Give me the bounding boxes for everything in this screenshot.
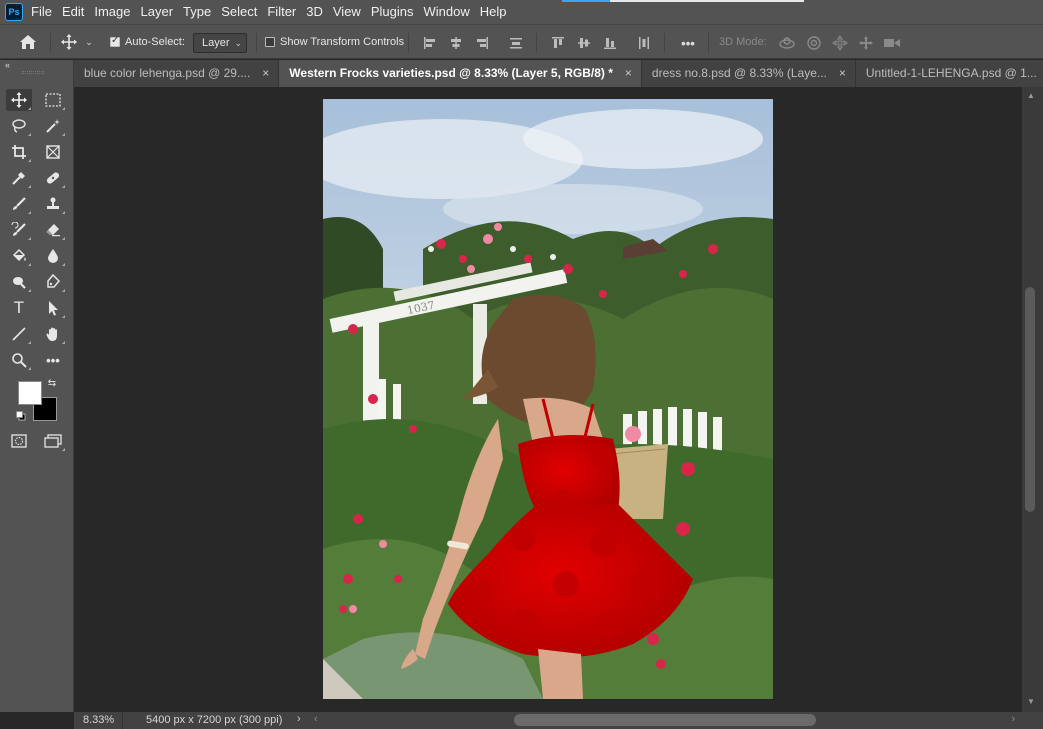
tab-title: Untitled-1-LEHENGA.psd @ 1... bbox=[865, 66, 1037, 80]
auto-select-target-value: Layer bbox=[202, 37, 230, 49]
menu-filter[interactable]: Filter bbox=[264, 0, 303, 24]
align-vertical-centers-icon[interactable] bbox=[574, 33, 594, 53]
document-canvas[interactable]: 1037 bbox=[323, 99, 773, 699]
quick-mask-icon[interactable] bbox=[6, 430, 32, 452]
tools-panel: « T ••• ⇆ bbox=[0, 60, 74, 712]
move-tool-icon[interactable] bbox=[6, 89, 32, 111]
tab-dress-no-8[interactable]: dress no.8.psd @ 8.33% (Laye... × bbox=[641, 60, 856, 87]
options-bar: ⌄ Auto-Select: Layer ⌄ Show Transform Co… bbox=[0, 24, 1043, 59]
scroll-left-icon[interactable]: ‹ bbox=[314, 713, 318, 725]
3d-pan-icon[interactable] bbox=[829, 33, 851, 53]
menu-3d[interactable]: 3D bbox=[303, 0, 330, 24]
zoom-icon[interactable] bbox=[6, 349, 32, 371]
menu-bar: Ps File Edit Image Layer Type Select Fil… bbox=[0, 0, 1043, 24]
move-tool-preset-icon[interactable] bbox=[58, 32, 80, 52]
history-brush-icon[interactable] bbox=[6, 219, 32, 241]
default-colors-icon[interactable] bbox=[14, 409, 28, 423]
tab-title: Western Frocks varieties.psd @ 8.33% (La… bbox=[289, 66, 613, 80]
rectangular-marquee-icon[interactable] bbox=[40, 89, 66, 111]
3d-mode-label: 3D Mode: bbox=[719, 36, 767, 48]
scroll-down-icon[interactable]: ▼ bbox=[1027, 697, 1035, 706]
menu-image[interactable]: Image bbox=[91, 0, 137, 24]
document-info: 5400 px x 7200 px (300 ppi) bbox=[146, 714, 283, 726]
tab-title: dress no.8.psd @ 8.33% (Laye... bbox=[651, 66, 827, 80]
status-bar: 8.33% 5400 px x 7200 px (300 ppi) › ‹ › bbox=[74, 712, 1043, 729]
menu-view[interactable]: View bbox=[330, 0, 368, 24]
menu-edit[interactable]: Edit bbox=[59, 0, 91, 24]
blur-drop-icon[interactable] bbox=[40, 245, 66, 267]
menu-layer[interactable]: Layer bbox=[138, 0, 181, 24]
auto-select-label: Auto-Select: bbox=[125, 36, 185, 48]
collapse-panel-icon[interactable]: « bbox=[5, 60, 10, 70]
hand-icon[interactable] bbox=[40, 323, 66, 345]
horizontal-scroll-thumb[interactable] bbox=[514, 714, 816, 726]
foreground-color-swatch[interactable] bbox=[18, 381, 42, 405]
panel-grip[interactable] bbox=[22, 71, 44, 74]
zoom-level[interactable]: 8.33% bbox=[83, 714, 114, 726]
scroll-up-icon[interactable]: ▲ bbox=[1027, 91, 1035, 100]
tab-blue-color-lehenga[interactable]: blue color lehenga.psd @ 29.... × bbox=[74, 60, 280, 87]
align-top-edges-icon[interactable] bbox=[548, 33, 568, 53]
line-tool-icon[interactable] bbox=[6, 323, 32, 345]
auto-select-target-dropdown[interactable]: Layer ⌄ bbox=[193, 33, 247, 53]
chevron-down-icon[interactable]: ⌄ bbox=[84, 36, 94, 48]
lasso-icon[interactable] bbox=[6, 115, 32, 137]
document-tabs: blue color lehenga.psd @ 29.... × Wester… bbox=[74, 60, 1043, 87]
menu-file[interactable]: File bbox=[31, 0, 59, 24]
healing-brush-icon[interactable] bbox=[40, 167, 66, 189]
clone-stamp-icon[interactable] bbox=[40, 193, 66, 215]
path-selection-icon[interactable] bbox=[40, 297, 66, 319]
pen-icon[interactable] bbox=[40, 271, 66, 293]
align-right-edges-icon[interactable] bbox=[472, 33, 492, 53]
3d-slide-icon[interactable] bbox=[855, 33, 877, 53]
chevron-down-icon: ⌄ bbox=[234, 38, 242, 48]
align-left-edges-icon[interactable] bbox=[420, 33, 440, 53]
menu-select[interactable]: Select bbox=[218, 0, 264, 24]
brush-icon[interactable] bbox=[6, 193, 32, 215]
eyedropper-icon[interactable] bbox=[6, 167, 32, 189]
align-bottom-edges-icon[interactable] bbox=[600, 33, 620, 53]
edit-toolbar-icon[interactable]: ••• bbox=[40, 349, 66, 371]
scroll-right-icon[interactable]: › bbox=[1011, 713, 1015, 725]
screen-mode-icon[interactable] bbox=[40, 430, 66, 452]
photoshop-logo: Ps bbox=[5, 3, 23, 21]
close-icon[interactable]: × bbox=[262, 60, 269, 87]
text-tool-icon[interactable]: T bbox=[6, 297, 32, 319]
menu-window[interactable]: Window bbox=[420, 0, 476, 24]
3d-orbit-icon[interactable] bbox=[776, 33, 798, 53]
show-transform-controls-label: Show Transform Controls bbox=[280, 36, 405, 48]
status-menu-icon[interactable]: › bbox=[297, 713, 301, 725]
home-icon[interactable] bbox=[16, 32, 40, 52]
more-options-icon[interactable]: ••• bbox=[676, 33, 700, 53]
distribute-vertical-icon[interactable] bbox=[506, 33, 526, 53]
align-horizontal-centers-icon[interactable] bbox=[446, 33, 466, 53]
3d-roll-icon[interactable] bbox=[803, 33, 825, 53]
eraser-icon[interactable] bbox=[40, 219, 66, 241]
menu-type[interactable]: Type bbox=[180, 0, 218, 24]
close-icon[interactable]: × bbox=[839, 60, 846, 87]
tab-title: blue color lehenga.psd @ 29.... bbox=[84, 66, 251, 80]
crop-icon[interactable] bbox=[6, 141, 32, 163]
vertical-scrollbar[interactable]: ▲ ▼ bbox=[1022, 87, 1043, 712]
distribute-horizontal-icon[interactable] bbox=[634, 33, 654, 53]
title-bar-indicator bbox=[562, 0, 804, 3]
frame-icon[interactable] bbox=[40, 141, 66, 163]
auto-select-checkbox[interactable] bbox=[110, 35, 120, 47]
dodge-icon[interactable] bbox=[6, 271, 32, 293]
tab-untitled-1-lehenga[interactable]: Untitled-1-LEHENGA.psd @ 1... × bbox=[855, 60, 1043, 87]
photo-woman-in-red-dress: 1037 bbox=[323, 99, 773, 699]
tab-western-frocks-varieties[interactable]: Western Frocks varieties.psd @ 8.33% (La… bbox=[279, 60, 642, 87]
paint-bucket-icon[interactable] bbox=[6, 245, 32, 267]
swap-colors-icon[interactable]: ⇆ bbox=[45, 376, 59, 390]
3d-scale-video-icon[interactable] bbox=[881, 33, 903, 53]
magic-wand-icon[interactable] bbox=[40, 115, 66, 137]
close-icon[interactable]: × bbox=[625, 60, 632, 87]
show-transform-controls-checkbox[interactable] bbox=[265, 37, 275, 47]
menu-help[interactable]: Help bbox=[477, 0, 514, 24]
menu-plugins[interactable]: Plugins bbox=[368, 0, 421, 24]
vertical-scroll-thumb[interactable] bbox=[1025, 287, 1035, 512]
